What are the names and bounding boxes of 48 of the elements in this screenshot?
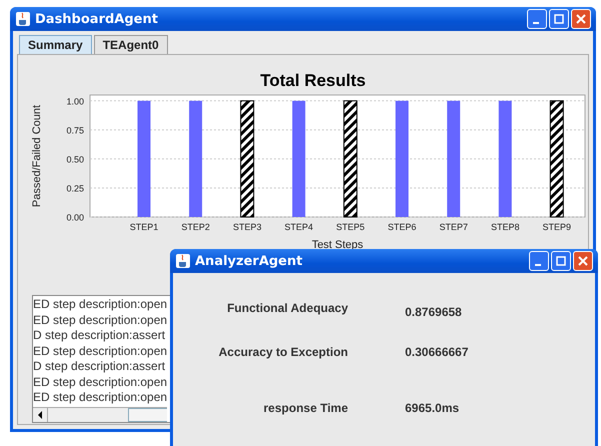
x-tick-label: STEP6 <box>388 222 416 232</box>
maximize-icon <box>556 256 566 266</box>
metric-value: 0.30666667 <box>405 345 470 359</box>
maximize-button[interactable] <box>549 9 569 29</box>
y-tick-label: 0.25 <box>66 183 84 194</box>
log-line: D step description:assert <box>33 359 166 374</box>
close-button[interactable] <box>571 9 591 29</box>
minimize-button[interactable] <box>529 251 549 271</box>
x-tick-label: STEP2 <box>181 222 210 232</box>
metric-label: Functional Adequacy <box>226 301 348 317</box>
metric-value: 6965.0ms <box>405 401 460 415</box>
x-axis-label: Test Steps <box>312 239 364 251</box>
metric-label: response Time <box>262 401 348 415</box>
log-line: D step description:assert <box>33 328 166 344</box>
y-tick-label: 0.00 <box>66 212 84 222</box>
y-tick-label: 0.50 <box>66 154 84 164</box>
log-line: ED step description:open <box>33 390 168 406</box>
minimize-icon <box>534 264 540 266</box>
x-tick-label: STEP9 <box>542 222 572 232</box>
log-line: ED step description:open <box>33 374 168 390</box>
maximize-button[interactable] <box>551 251 571 271</box>
coffee-cup-icon <box>16 12 30 26</box>
x-tick-label: STEP1 <box>130 222 158 232</box>
y-tick-label: 0.75 <box>66 125 84 136</box>
close-icon <box>576 14 586 24</box>
maximize-icon <box>554 14 564 24</box>
left-arrow-icon[interactable] <box>37 410 43 418</box>
chart-title: Total Results <box>259 71 367 90</box>
metric-label: Accuracy to Exception <box>218 345 348 359</box>
x-tick-label: STEP8 <box>490 222 520 232</box>
x-tick-label: STEP4 <box>284 222 314 232</box>
minimize-icon <box>532 22 538 24</box>
metric-value: 0.8769658 <box>405 305 463 319</box>
x-tick-label: STEP7 <box>439 222 468 232</box>
close-button[interactable] <box>573 251 593 271</box>
y-axis-label: Passed/Failed Count <box>31 104 43 208</box>
x-tick-label: STEP3 <box>232 222 262 232</box>
minimize-button[interactable] <box>527 9 547 29</box>
window-title: DashboardAgent <box>35 12 158 26</box>
tab[interactable]: Summary <box>19 35 92 54</box>
y-tick-label: 1.00 <box>66 96 84 106</box>
horizontal-scrollbar[interactable] <box>33 406 167 422</box>
x-tick-label: STEP5 <box>336 222 365 232</box>
close-icon <box>578 256 588 266</box>
tab[interactable]: TEAgent0 <box>94 35 168 54</box>
coffee-cup-icon <box>176 254 190 268</box>
log-line: ED step description:open <box>33 312 168 328</box>
window-title: AnalyzerAgent <box>195 254 302 268</box>
